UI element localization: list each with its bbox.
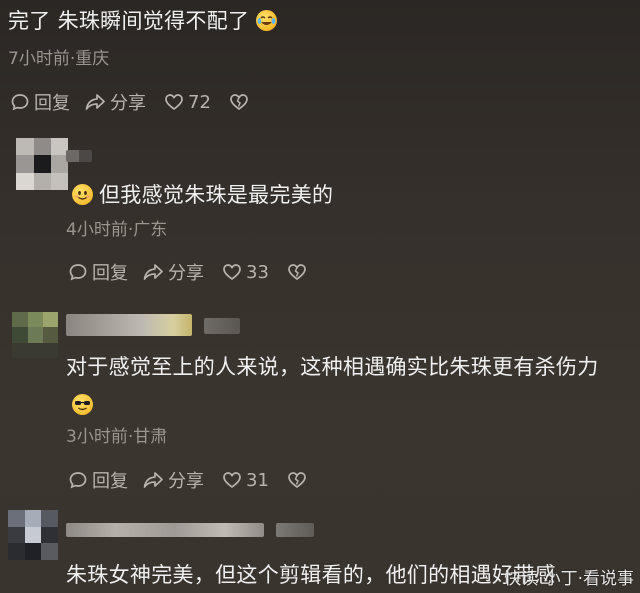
reply-button[interactable]: 回复: [68, 467, 128, 493]
reply-icon: [11, 94, 29, 111]
username-blurred[interactable]: [66, 314, 192, 336]
smiling-emoji-icon: [72, 184, 93, 205]
reply-icon: [69, 472, 87, 489]
watermark: 快读·小丁·看说事: [504, 569, 634, 589]
dislike-button[interactable]: [229, 92, 249, 112]
share-icon: [143, 472, 163, 488]
comment-meta: 3小时前·甘肃: [66, 427, 168, 447]
avatar[interactable]: [12, 312, 58, 358]
comment-text: 完了 朱珠瞬间觉得不配了: [8, 6, 278, 36]
share-button[interactable]: 分享: [84, 89, 146, 115]
heart-icon: [223, 472, 241, 489]
username-badge-blurred: [204, 318, 240, 334]
share-label: 分享: [110, 93, 146, 114]
like-count: 33: [246, 261, 269, 283]
username-blurred[interactable]: [66, 150, 92, 162]
like-count: 72: [188, 91, 211, 113]
share-button[interactable]: 分享: [142, 467, 204, 493]
comment-meta: 7小时前·重庆: [8, 49, 110, 69]
broken-heart-icon: [288, 472, 306, 489]
sunglasses-emoji-icon: [72, 394, 93, 415]
share-icon: [85, 94, 105, 110]
heart-icon: [165, 94, 183, 111]
avatar[interactable]: [8, 510, 58, 560]
heart-icon: [223, 264, 241, 281]
comment-actions: 回复 分享 72: [10, 89, 249, 115]
reply-label: 回复: [34, 93, 70, 114]
reply-label: 回复: [92, 263, 128, 284]
like-button[interactable]: 33: [222, 262, 269, 283]
dislike-button[interactable]: [287, 470, 307, 490]
share-icon: [143, 264, 163, 280]
comment-actions: 回复 分享 33: [68, 259, 307, 285]
reply-icon: [69, 264, 87, 281]
share-label: 分享: [168, 263, 204, 284]
broken-heart-icon: [230, 94, 248, 111]
comment-text-content: 但我感觉朱珠是最完美的: [99, 183, 334, 207]
comment-text: 对于感觉至上的人来说，这种相遇确实比朱珠更有杀伤力: [66, 355, 599, 379]
comment-text-content: 完了 朱珠瞬间觉得不配了: [8, 9, 250, 33]
reply-button[interactable]: 回复: [68, 259, 128, 285]
share-label: 分享: [168, 471, 204, 492]
broken-heart-icon: [288, 264, 306, 281]
reply-button[interactable]: 回复: [10, 89, 70, 115]
dislike-button[interactable]: [287, 262, 307, 282]
comment-emoji-line: [72, 390, 93, 420]
reply-label: 回复: [92, 471, 128, 492]
comment-text: 但我感觉朱珠是最完美的: [72, 180, 333, 210]
username-blurred[interactable]: [66, 523, 264, 537]
share-button[interactable]: 分享: [142, 259, 204, 285]
comment-meta: 4小时前·广东: [66, 220, 168, 240]
like-button[interactable]: 31: [222, 470, 269, 491]
username-badge-blurred: [276, 523, 314, 537]
like-button[interactable]: 72: [164, 92, 211, 113]
comment-text: 朱珠女神完美，但这个剪辑看的，他们的相遇好带感: [66, 563, 556, 587]
avatar[interactable]: [16, 138, 68, 190]
like-count: 31: [246, 469, 269, 491]
crying-laughing-emoji-icon: [256, 10, 278, 31]
comment-actions: 回复 分享 31: [68, 467, 307, 493]
